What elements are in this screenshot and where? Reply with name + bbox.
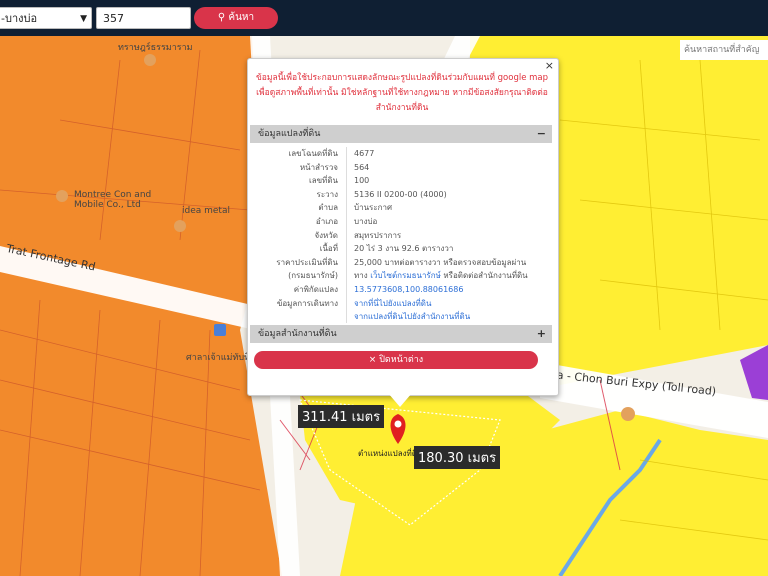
table-row: หน้าสำรวจ 564 bbox=[248, 161, 558, 175]
row-key: ข้อมูลการเดินทาง bbox=[276, 298, 338, 308]
row-key: (กรมธนารักษ์) bbox=[288, 271, 338, 281]
table-row: เนื้อที่ 20 ไร่ 3 งาน 92.6 ตารางวา bbox=[248, 242, 558, 256]
row-key: อำเภอ bbox=[315, 217, 338, 226]
search-input[interactable]: 357 bbox=[96, 7, 191, 29]
close-window-button[interactable]: × ปิดหน้าต่าง bbox=[254, 351, 538, 369]
table-row: ข้อมูลการเดินทาง จากที่นี่ไปยังแปลงที่ดิน bbox=[248, 297, 558, 311]
row-key: เลขโฉนดที่ดิน bbox=[288, 149, 338, 158]
land-info-popup: × ข้อมูลนี้เพื่อใช้ประกอบการแสดงลักษณะรู… bbox=[247, 58, 559, 396]
close-window-label: ปิดหน้าต่าง bbox=[379, 355, 424, 365]
row-value: สมุทรปราการ bbox=[354, 230, 402, 240]
office-info-section-header[interactable]: ข้อมูลสำนักงานที่ดิน + bbox=[250, 325, 552, 343]
table-row: เลขที่ดิน 100 bbox=[248, 174, 558, 188]
row-key: เลขที่ดิน bbox=[308, 176, 338, 186]
poi-icon-4 bbox=[621, 407, 635, 421]
table-row: จังหวัด สมุทรปราการ bbox=[248, 229, 558, 243]
table-row: ราคาประเมินที่ดิน 25,000 บาทต่อตารางวา หร… bbox=[248, 256, 558, 270]
map-label-nearby: ศาลาเจ้าแม่ทับทิม bbox=[186, 353, 256, 363]
search-button[interactable]: ⚲ ค้นหา bbox=[194, 7, 278, 29]
row-value: 4677 bbox=[354, 149, 375, 158]
row-link[interactable]: จากแปลงที่ดินไปยังสำนักงานที่ดิน bbox=[354, 312, 470, 321]
table-row: ตำบล บ้านระกาศ bbox=[248, 201, 558, 215]
row-value-suffix: หรือติดต่อสำนักงานที่ดิน bbox=[440, 271, 528, 281]
row-link[interactable]: จากที่นี่ไปยังแปลงที่ดิน bbox=[354, 299, 431, 308]
map-label-road-top: ทราษฎร์ธรรมาราม bbox=[118, 43, 193, 53]
table-row: ค่าพิกัดแปลง 13.5773608,100.88061686 bbox=[248, 283, 558, 297]
search-input-value: 357 bbox=[103, 12, 124, 25]
poi-icon-1 bbox=[144, 54, 156, 66]
row-value: 100 bbox=[354, 176, 370, 186]
table-row: (กรมธนารักษ์) ทาง เว็บไซต์กรมธนารักษ์ หรื… bbox=[248, 269, 558, 283]
row-value: 5136 II 0200-00 (4000) bbox=[354, 189, 447, 199]
chevron-down-icon: ▼ bbox=[80, 14, 87, 24]
row-value-prefix: ทาง bbox=[354, 271, 371, 281]
table-row: เลขโฉนดที่ดิน 4677 bbox=[248, 147, 558, 161]
row-key: ระวาง bbox=[316, 189, 338, 199]
row-value[interactable]: จากที่นี่ไปยังแปลงที่ดิน bbox=[354, 297, 431, 311]
collapse-icon: − bbox=[536, 127, 546, 140]
row-value[interactable]: จากแปลงที่ดินไปยังสำนักงานที่ดิน bbox=[354, 310, 470, 324]
bus-stop-icon bbox=[214, 324, 226, 336]
row-value: 564 bbox=[354, 162, 370, 172]
poi-icon-3 bbox=[174, 220, 186, 232]
row-key: ค่าพิกัดแปลง bbox=[293, 285, 338, 294]
row-value: บ้านระกาศ bbox=[354, 203, 393, 213]
row-key: ตำบล bbox=[318, 203, 338, 213]
poi-icon-2 bbox=[56, 190, 68, 202]
row-value[interactable]: 13.5773608,100.88061686 bbox=[354, 283, 463, 297]
search-icon: ⚲ bbox=[217, 12, 226, 23]
row-value: 20 ไร่ 3 งาน 92.6 ตารางวา bbox=[354, 244, 454, 254]
district-select-value: -บางบ่อ bbox=[1, 12, 38, 25]
map-label-pin: ตำแหน่งแปลงที่ดิน bbox=[358, 449, 423, 458]
land-info-section-title: ข้อมูลแปลงที่ดิน bbox=[258, 129, 321, 139]
land-info-section-header[interactable]: ข้อมูลแปลงที่ดิน − bbox=[250, 125, 552, 143]
map-label-idea: idea metal bbox=[182, 206, 230, 216]
search-button-label: ค้นหา bbox=[228, 12, 255, 23]
table-row: ระวาง 5136 II 0200-00 (4000) bbox=[248, 188, 558, 202]
disclaimer-notice: ข้อมูลนี้เพื่อใช้ประกอบการแสดงลักษณะรูปแ… bbox=[255, 73, 549, 113]
row-key: หน้าสำรวจ bbox=[299, 162, 338, 172]
row-key: เนื้อที่ bbox=[319, 244, 338, 254]
table-row: อำเภอ บางบ่อ bbox=[248, 215, 558, 229]
district-select[interactable]: -บางบ่อ ▼ bbox=[0, 7, 92, 29]
row-key: จังหวัด bbox=[314, 230, 338, 240]
place-search-placeholder: ค้นหาสถานที่สำคัญ bbox=[684, 45, 760, 55]
treasury-website-link[interactable]: เว็บไซต์กรมธนารักษ์ bbox=[370, 271, 441, 280]
place-search-input[interactable]: ค้นหาสถานที่สำคัญ bbox=[680, 40, 768, 60]
map-label-montree: Montree Con and Mobile Co., Ltd bbox=[74, 190, 152, 210]
row-value: บางบ่อ bbox=[354, 217, 378, 226]
distance-label-1: 311.41 เมตร bbox=[298, 405, 385, 428]
row-value: ทาง เว็บไซต์กรมธนารักษ์ หรือติดต่อสำนักง… bbox=[354, 269, 528, 283]
table-row: จากแปลงที่ดินไปยังสำนักงานที่ดิน bbox=[248, 310, 558, 324]
close-x-icon: × bbox=[368, 355, 377, 365]
row-link[interactable]: 13.5773608,100.88061686 bbox=[354, 285, 463, 294]
popup-pointer bbox=[388, 393, 412, 407]
row-key: ราคาประเมินที่ดิน bbox=[276, 257, 338, 267]
expand-icon: + bbox=[536, 327, 546, 340]
distance-label-2: 180.30 เมตร bbox=[414, 446, 501, 469]
office-info-section-title: ข้อมูลสำนักงานที่ดิน bbox=[258, 329, 337, 339]
row-value: 25,000 บาทต่อตารางวา หรือตรวจสอบข้อมูลผ่… bbox=[354, 257, 527, 267]
top-toolbar: -บางบ่อ ▼ 357 ⚲ ค้นหา bbox=[0, 0, 768, 36]
